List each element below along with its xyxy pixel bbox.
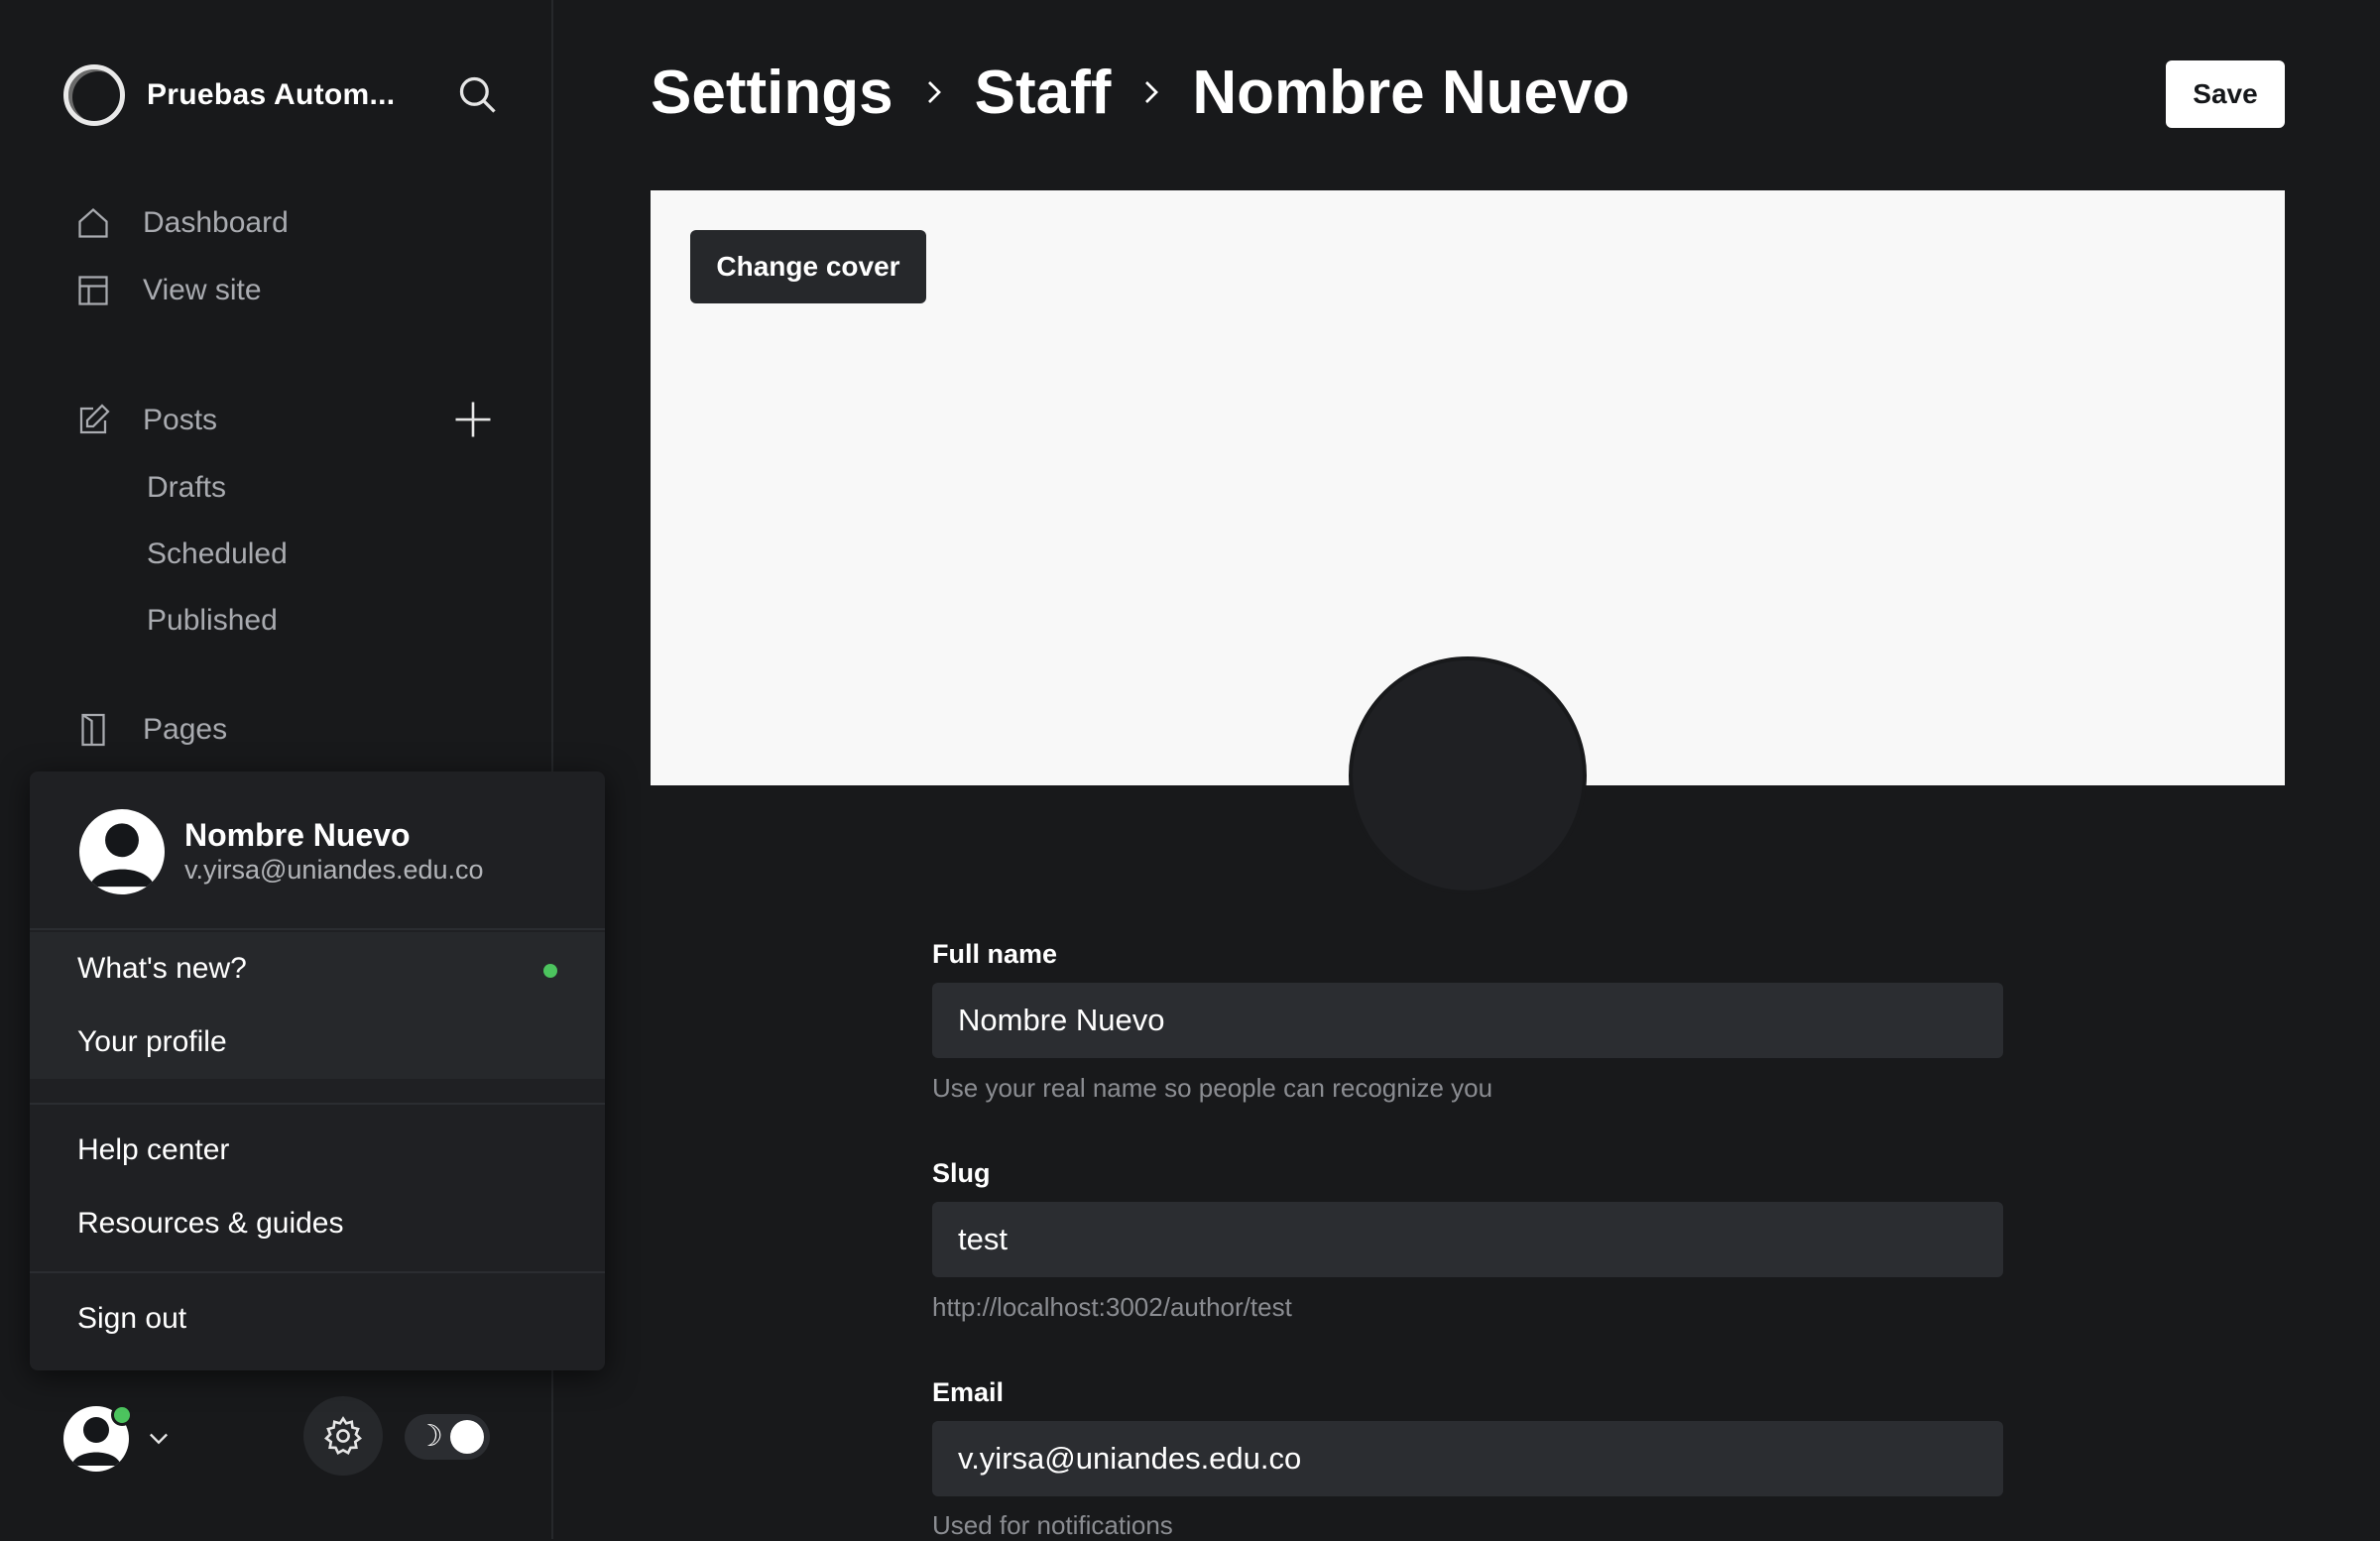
nav-published[interactable]: Published [147, 598, 278, 644]
menu-resources-label: Resources & guides [77, 1207, 344, 1240]
breadcrumb-staff[interactable]: Staff [975, 58, 1112, 128]
slug-label: Slug [932, 1158, 991, 1188]
email-input[interactable]: v.yirsa@uniandes.edu.co [932, 1421, 2003, 1496]
nav-posts[interactable]: Posts [75, 396, 217, 445]
nav-dashboard-label: Dashboard [143, 206, 289, 239]
save-button[interactable]: Save [2166, 60, 2285, 128]
site-logo [63, 64, 125, 126]
breadcrumb-settings[interactable]: Settings [651, 58, 893, 128]
layout-icon [78, 276, 108, 305]
menu-your-profile-label: Your profile [77, 1025, 227, 1058]
nav-view-site-label: View site [143, 274, 262, 306]
site-name[interactable]: Pruebas Autom... [147, 78, 395, 112]
page-icon [81, 713, 105, 747]
chevron-down-icon[interactable] [145, 1424, 173, 1452]
menu-user-card: Nombre Nuevo v.yirsa@uniandes.edu.co [30, 771, 605, 930]
menu-divider [30, 1271, 605, 1273]
home-icon [78, 207, 108, 238]
full-name-label: Full name [932, 939, 1058, 969]
gear-icon [324, 1416, 362, 1455]
menu-avatar [79, 809, 165, 894]
user-icon [89, 823, 155, 888]
menu-user-name: Nombre Nuevo [184, 817, 411, 853]
toggle-knob [450, 1420, 484, 1454]
nav-pages-label: Pages [143, 713, 228, 746]
menu-whats-new-label: What's new? [77, 952, 247, 985]
chevron-right-icon [1145, 81, 1159, 103]
edit-icon [79, 404, 110, 434]
nav-scheduled[interactable]: Scheduled [147, 532, 288, 577]
full-name-input[interactable]: Nombre Nuevo [932, 983, 2003, 1058]
menu-user-email: v.yirsa@uniandes.edu.co [184, 855, 484, 885]
menu-whats-new[interactable]: What's new? [30, 932, 605, 1006]
nav-drafts[interactable]: Drafts [147, 465, 226, 511]
profile-image[interactable] [1349, 656, 1587, 894]
menu-sign-out[interactable]: Sign out [30, 1282, 605, 1356]
menu-divider [30, 1103, 605, 1105]
moon-icon: ☽ [416, 1419, 443, 1454]
chevron-right-icon [927, 81, 941, 103]
email-label: Email [932, 1377, 1005, 1407]
change-cover-button[interactable]: Change cover [690, 230, 926, 303]
menu-help-center-label: Help center [77, 1133, 230, 1166]
online-status-dot [111, 1404, 133, 1426]
breadcrumb: Settings Staff Nombre Nuevo [651, 56, 1629, 129]
search-icon[interactable] [456, 73, 500, 117]
nav-view-site[interactable]: View site [75, 266, 262, 315]
menu-help-center[interactable]: Help center [30, 1114, 605, 1187]
email-hint: Used for notifications [932, 1510, 1173, 1540]
nav-dashboard[interactable]: Dashboard [75, 198, 289, 248]
main-content: Settings Staff Nombre Nuevo Save Change … [555, 0, 2380, 1540]
brand: Pruebas Autom... [63, 63, 500, 127]
user-dropdown-menu: Nombre Nuevo v.yirsa@uniandes.edu.co Wha… [30, 771, 605, 1370]
nav-pages[interactable]: Pages [75, 705, 227, 755]
slug-input[interactable]: test [932, 1202, 2003, 1277]
settings-button[interactable] [303, 1396, 383, 1476]
full-name-hint: Use your real name so people can recogni… [932, 1073, 1493, 1103]
nav-posts-label: Posts [143, 404, 218, 436]
plus-icon[interactable] [452, 399, 494, 440]
slug-hint: http://localhost:3002/author/test [932, 1292, 1292, 1322]
breadcrumb-current: Nombre Nuevo [1192, 58, 1630, 127]
menu-resources[interactable]: Resources & guides [30, 1187, 605, 1260]
dark-mode-toggle[interactable]: ☽ [405, 1414, 490, 1460]
menu-your-profile[interactable]: Your profile [30, 1006, 605, 1079]
menu-sign-out-label: Sign out [77, 1302, 187, 1335]
